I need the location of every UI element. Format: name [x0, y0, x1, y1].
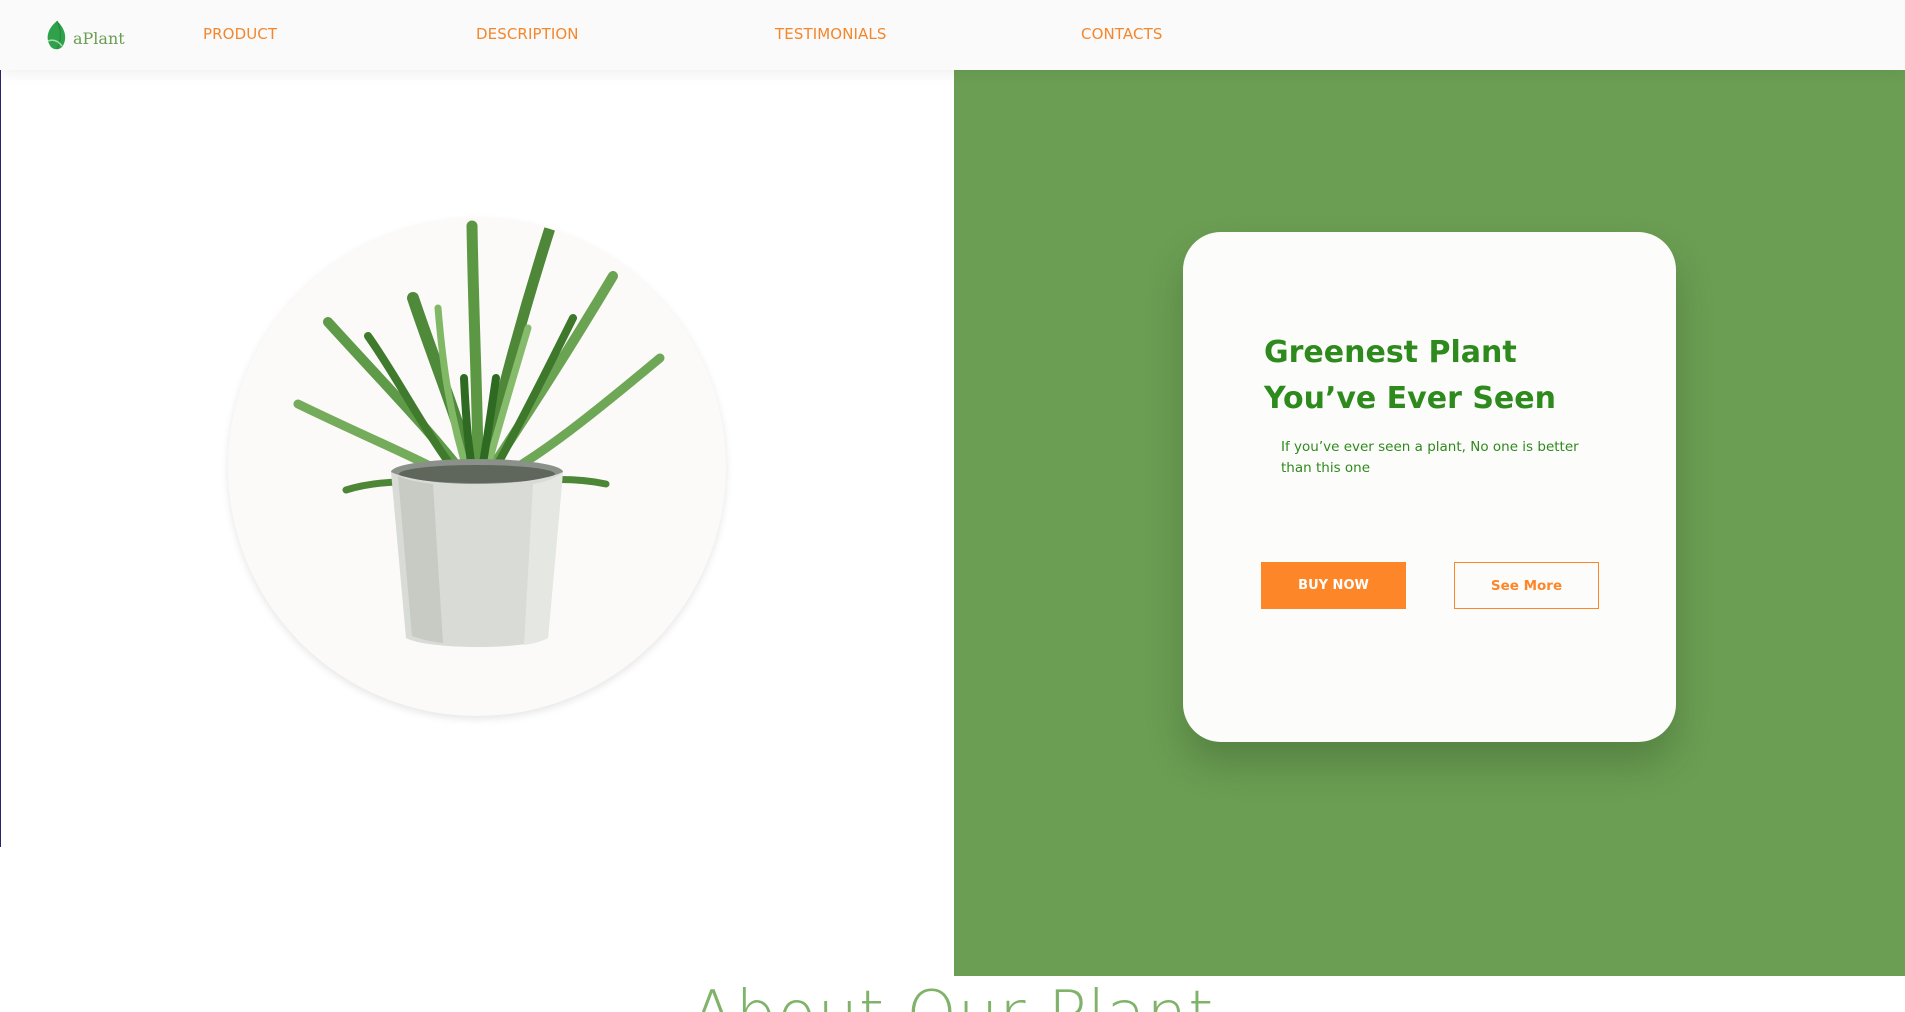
- hero-card: Greenest Plant You’ve Ever Seen If you’v…: [1183, 232, 1676, 742]
- hero-title: Greenest Plant You’ve Ever Seen: [1264, 335, 1556, 416]
- page: aPlant PRODUCT DESCRIPTION TESTIMONIALS …: [0, 0, 1905, 1012]
- potted-plant-image: [293, 220, 665, 647]
- leaf-icon: [47, 20, 66, 50]
- product-image-circle: [228, 218, 726, 716]
- top-navbar: aPlant PRODUCT DESCRIPTION TESTIMONIALS …: [0, 0, 1905, 70]
- left-edge-line: [0, 70, 1, 847]
- buy-now-button[interactable]: BUY NOW: [1261, 562, 1406, 609]
- logo-text: aPlant: [73, 28, 125, 48]
- about-section-title: About Our Plant: [0, 975, 1905, 1012]
- logo[interactable]: aPlant: [43, 19, 125, 51]
- nav-link-description[interactable]: DESCRIPTION: [476, 25, 579, 43]
- nav-link-product[interactable]: PRODUCT: [203, 25, 277, 43]
- nav-link-contacts[interactable]: CONTACTS: [1081, 25, 1162, 43]
- nav-link-testimonials[interactable]: TESTIMONIALS: [775, 25, 886, 43]
- hero-subtitle: If you’ve ever seen a plant, No one is b…: [1281, 439, 1579, 476]
- see-more-button[interactable]: See More: [1454, 562, 1599, 609]
